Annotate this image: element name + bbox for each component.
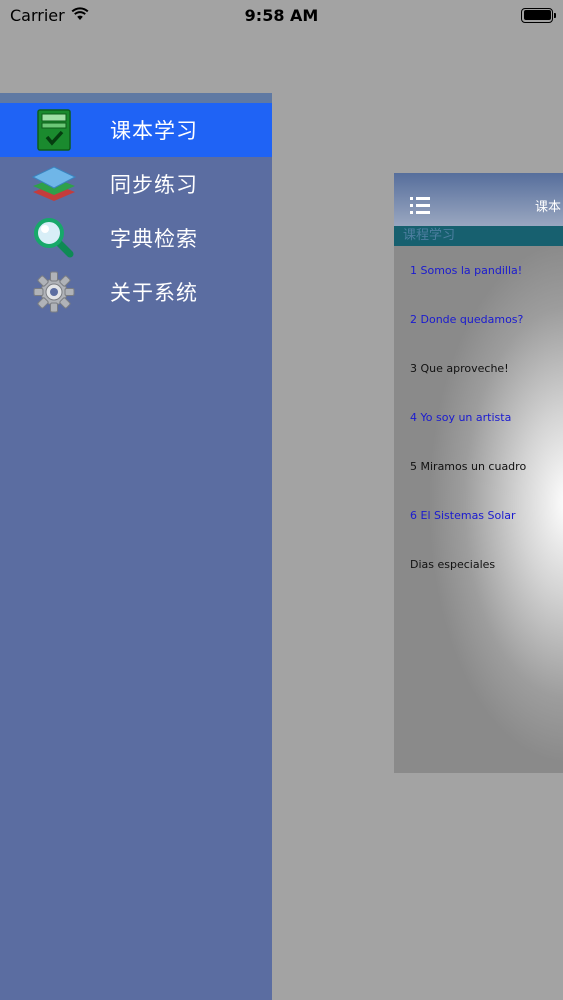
menu-item-about-system[interactable]: 关于系统 (0, 265, 272, 319)
menu-item-textbook-study[interactable]: 课本学习 (0, 103, 272, 157)
nav-bar: 课本 (394, 173, 563, 226)
menu-label: 关于系统 (110, 281, 198, 305)
main-panel: 课本 课程学习 1 Somos la pandilla! 2 Donde que… (394, 173, 563, 773)
lesson-item-1[interactable]: 1 Somos la pandilla! (394, 246, 563, 295)
menu-label: 同步练习 (110, 173, 198, 197)
menu-item-dictionary-search[interactable]: 字典检索 (0, 211, 272, 265)
gear-icon (30, 269, 78, 315)
menu-label: 课本学习 (110, 119, 198, 143)
lesson-item-special[interactable]: Dias especiales (394, 540, 563, 589)
menu-toggle-button[interactable] (410, 197, 430, 214)
layers-icon (30, 161, 78, 207)
section-header: 课程学习 (394, 226, 563, 246)
lesson-item-6[interactable]: 6 El Sistemas Solar (394, 491, 563, 540)
lesson-list: 1 Somos la pandilla! 2 Donde quedamos? 3… (394, 246, 563, 589)
status-bar: Carrier 9:58 AM (0, 0, 563, 30)
textbook-check-icon (30, 107, 78, 153)
lesson-item-3[interactable]: 3 Que aproveche! (394, 344, 563, 393)
lesson-item-4[interactable]: 4 Yo soy un artista (394, 393, 563, 442)
side-menu: 课本学习 同步练习 字典检索 关于系统 (0, 93, 272, 1000)
lesson-item-2[interactable]: 2 Donde quedamos? (394, 295, 563, 344)
lesson-item-5[interactable]: 5 Miramos un cuadro (394, 442, 563, 491)
battery-icon (521, 7, 556, 23)
magnifier-icon (30, 215, 78, 261)
nav-title: 课本 (535, 200, 562, 215)
status-time: 9:58 AM (244, 5, 319, 25)
menu-item-sync-practice[interactable]: 同步练习 (0, 157, 272, 211)
menu-label: 字典检索 (110, 227, 198, 251)
